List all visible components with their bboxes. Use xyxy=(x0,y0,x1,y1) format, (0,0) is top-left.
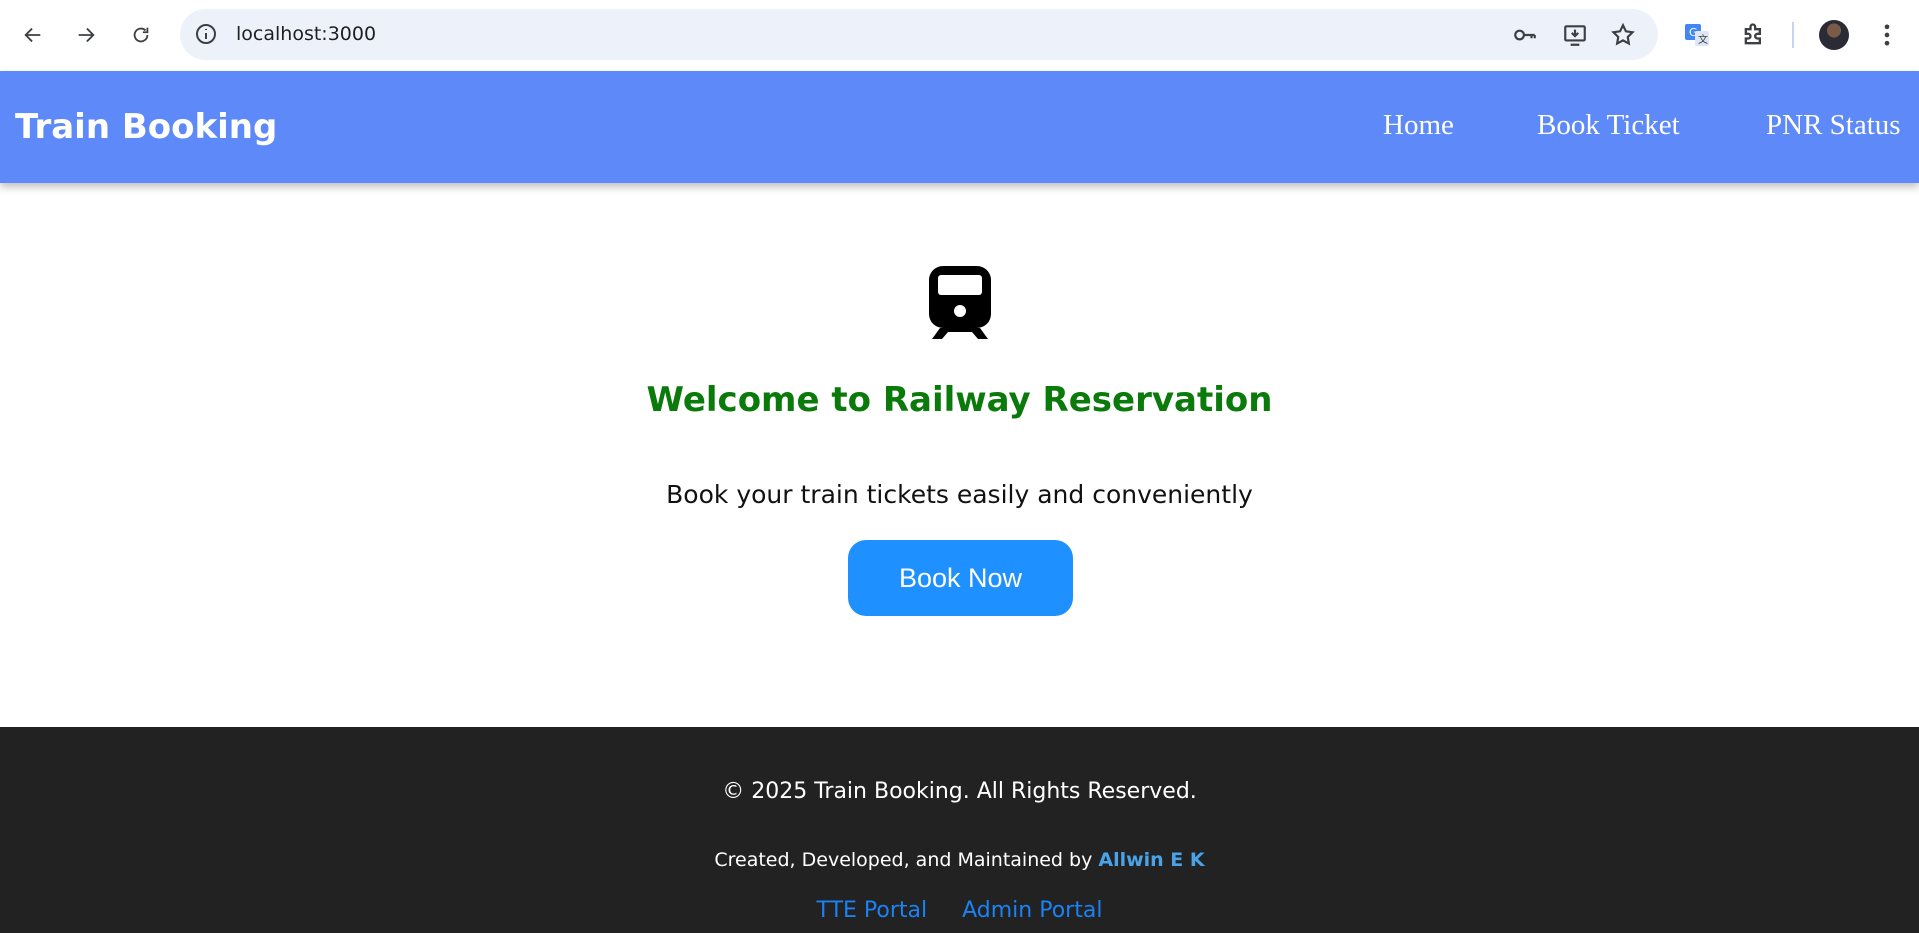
train-icon xyxy=(926,266,994,339)
url-text[interactable]: localhost:3000 xyxy=(236,23,376,45)
back-icon[interactable] xyxy=(15,17,51,53)
more-menu-icon[interactable] xyxy=(1873,21,1901,49)
key-icon[interactable] xyxy=(1512,22,1538,48)
admin-portal-link[interactable]: Admin Portal xyxy=(962,898,1102,923)
site-info-icon[interactable] xyxy=(194,22,218,46)
reload-icon[interactable] xyxy=(123,17,159,53)
app-header: Train Booking Home Book Ticket PNR Statu… xyxy=(0,71,1919,183)
credits-text: Created, Developed, and Maintained by Al… xyxy=(0,849,1919,871)
book-now-button[interactable]: Book Now xyxy=(848,540,1073,616)
browser-toolbar: localhost:3000 G文 xyxy=(0,0,1919,71)
copyright-text: © 2025 Train Booking. All Rights Reserve… xyxy=(722,779,1197,804)
profile-avatar[interactable] xyxy=(1819,20,1849,50)
svg-text:文: 文 xyxy=(1698,33,1708,46)
portal-links: TTE Portal Admin Portal xyxy=(0,898,1919,923)
page-title: Welcome to Railway Reservation xyxy=(646,380,1273,420)
credits-prefix: Created, Developed, and Maintained by xyxy=(714,849,1093,871)
address-bar[interactable]: localhost:3000 xyxy=(180,9,1658,60)
nav-home-link[interactable]: Home xyxy=(1383,109,1454,142)
translate-icon[interactable]: G文 xyxy=(1683,21,1711,49)
toolbar-divider xyxy=(1792,22,1794,48)
brand-logo-text[interactable]: Train Booking xyxy=(15,107,277,147)
author-name: Allwin E K xyxy=(1098,849,1205,871)
extensions-icon[interactable] xyxy=(1740,21,1768,49)
nav-pnr-status-link[interactable]: PNR Status xyxy=(1766,109,1901,142)
tte-portal-link[interactable]: TTE Portal xyxy=(817,898,928,923)
install-app-icon[interactable] xyxy=(1562,22,1588,48)
forward-icon[interactable] xyxy=(68,17,104,53)
hero-subtitle: Book your train tickets easily and conve… xyxy=(666,480,1253,509)
nav-book-ticket-link[interactable]: Book Ticket xyxy=(1537,109,1680,142)
footer: © 2025 Train Booking. All Rights Reserve… xyxy=(0,727,1919,933)
star-icon[interactable] xyxy=(1610,22,1636,48)
